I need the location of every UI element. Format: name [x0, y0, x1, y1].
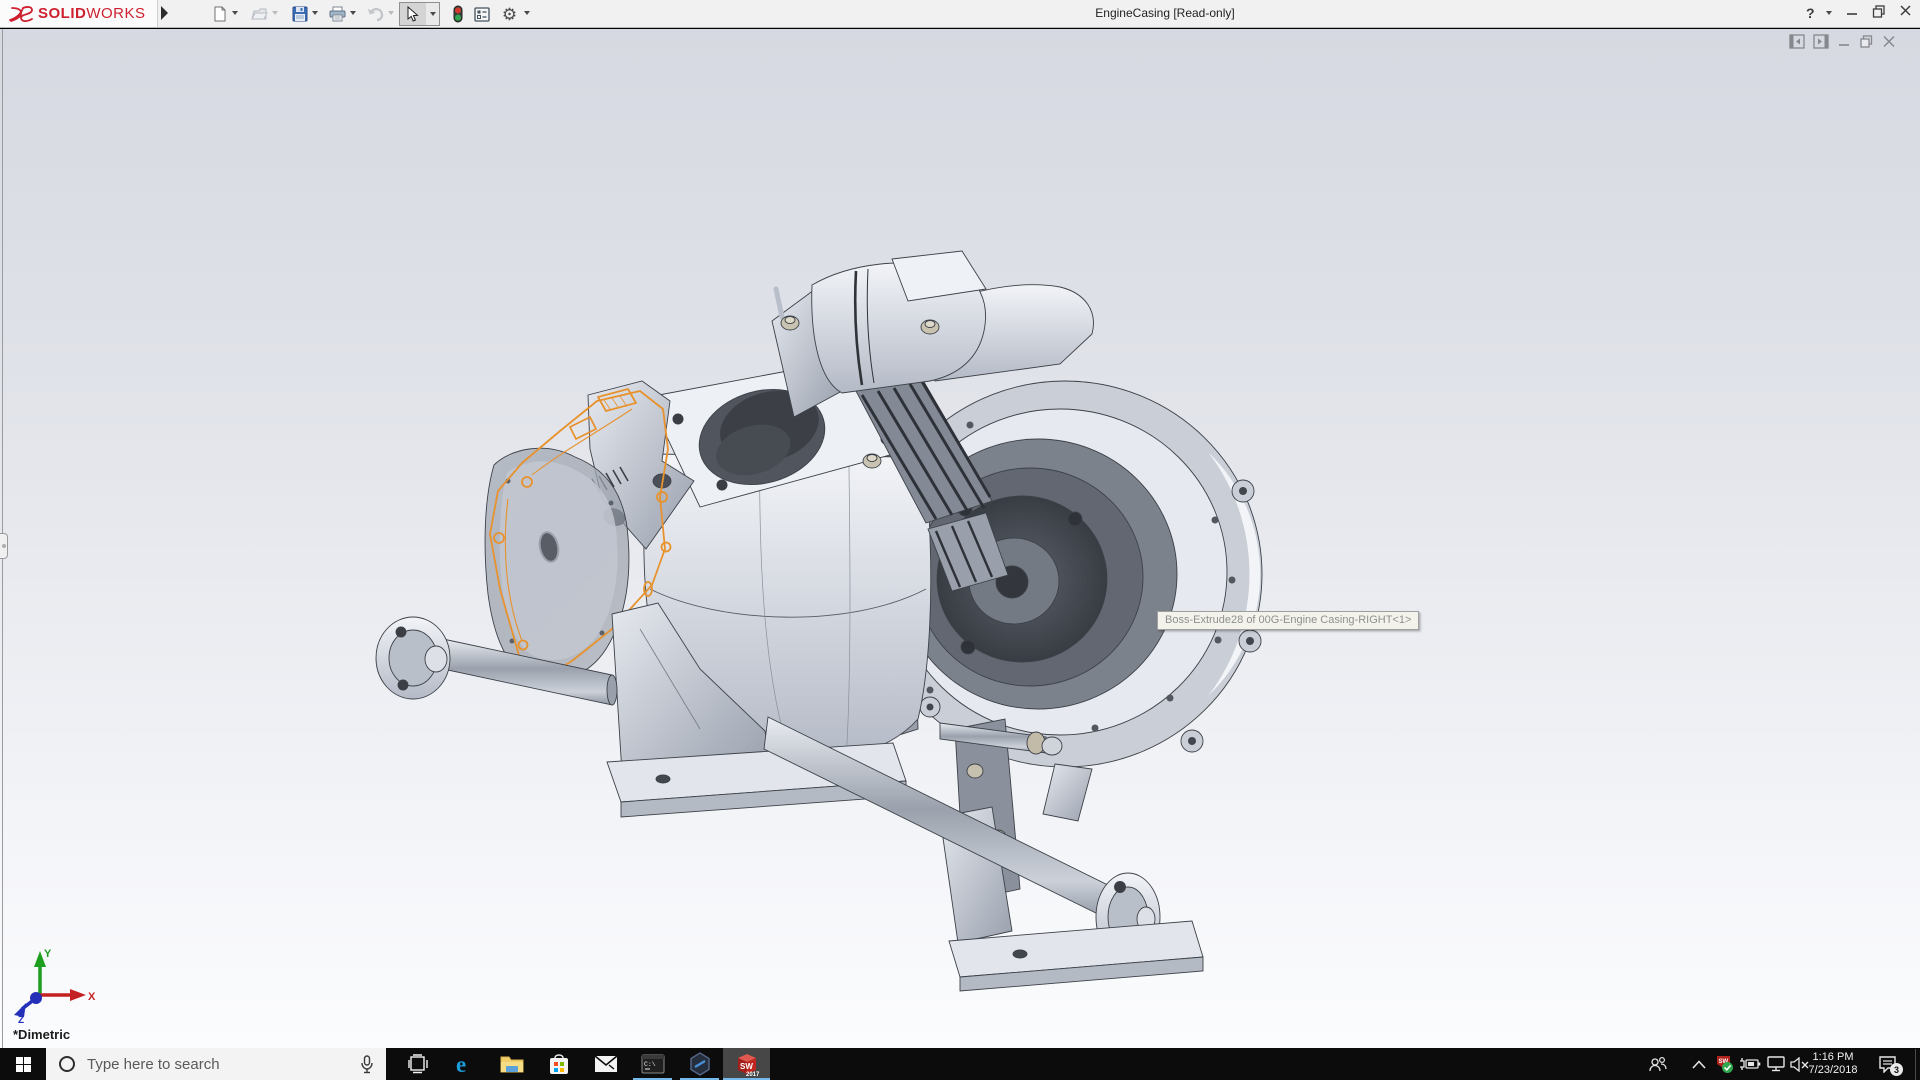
solidworks-status-tray[interactable]: SW — [1712, 1048, 1736, 1080]
store-icon — [548, 1052, 570, 1076]
featuremanager-splitter-tab[interactable] — [0, 533, 8, 559]
traffic-light-icon — [452, 5, 464, 23]
document-window-controls — [1789, 34, 1896, 49]
edge-icon: e — [453, 1052, 477, 1076]
clock-time: 1:16 PM — [1800, 1051, 1866, 1064]
network-status[interactable] — [1764, 1048, 1788, 1080]
new-document-icon — [212, 6, 228, 22]
gear-icon: ⚙ — [502, 6, 517, 23]
print-button[interactable] — [326, 3, 349, 25]
select-tool-dropdown[interactable] — [426, 2, 440, 26]
doc-minimize-icon[interactable] — [1837, 34, 1851, 49]
open-dropdown[interactable] — [272, 11, 278, 15]
people-button[interactable] — [1646, 1048, 1670, 1080]
solidworks-taskbar-button[interactable]: SW 2017 — [723, 1048, 770, 1080]
graphics-area[interactable]: Boss-Extrude28 of 00G-Engine Casing-RIGH… — [0, 29, 1920, 1048]
cortana-icon — [59, 1056, 75, 1072]
taskbar-search[interactable]: Type here to search — [46, 1048, 386, 1080]
network-icon — [1767, 1056, 1785, 1072]
show-desktop-button[interactable] — [1915, 1049, 1920, 1080]
save-button[interactable] — [288, 3, 311, 25]
windows-logo-icon — [16, 1057, 31, 1072]
store-button[interactable] — [535, 1048, 582, 1080]
solidworks-app-icon: SW 2017 — [734, 1051, 760, 1077]
feature-tooltip: Boss-Extrude28 of 00G-Engine Casing-RIGH… — [1157, 611, 1419, 630]
restore-button[interactable] — [1872, 4, 1886, 21]
pane-collapse-left-icon[interactable] — [1789, 34, 1805, 49]
svg-text:C:\: C:\ — [644, 1061, 656, 1068]
restore-icon — [1872, 4, 1886, 18]
rebuild-button[interactable] — [446, 3, 469, 25]
search-placeholder: Type here to search — [87, 1056, 360, 1073]
orientation-triad: Y X Z — [6, 945, 98, 1023]
taskbar-clock[interactable]: 1:16 PM 7/23/2018 — [1800, 1051, 1866, 1077]
svg-text:SW: SW — [740, 1062, 753, 1071]
solidworks-status-icon: SW — [1715, 1055, 1734, 1074]
file-explorer-button[interactable] — [488, 1048, 535, 1080]
task-view-icon — [407, 1054, 429, 1074]
edge-button[interactable]: e — [441, 1048, 488, 1080]
solidworks-logo[interactable]: SOLIDWORKS — [0, 0, 158, 27]
new-document-button[interactable] — [208, 3, 231, 25]
svg-text:2017: 2017 — [746, 1072, 760, 1077]
mail-icon — [594, 1055, 618, 1073]
notification-badge: 3 — [1890, 1063, 1903, 1076]
help-dropdown[interactable] — [1826, 11, 1832, 15]
properties-list-icon — [474, 7, 490, 22]
options-dropdown[interactable] — [524, 11, 530, 15]
toolbar-flyout-arrow[interactable] — [161, 6, 168, 20]
power-status[interactable] — [1738, 1048, 1762, 1080]
solidworks-swirl-icon — [8, 5, 34, 23]
power-battery-icon — [1739, 1057, 1761, 1071]
triad-y-label: Y — [44, 948, 52, 960]
doc-restore-icon[interactable] — [1859, 34, 1874, 49]
undo-icon — [367, 6, 385, 22]
open-icon — [251, 6, 268, 22]
options-button[interactable]: ⚙ — [498, 3, 521, 25]
command-prompt-button[interactable]: C:\ — [629, 1048, 676, 1080]
titlebar: SOLIDWORKS — [0, 0, 1920, 28]
taskbar: Type here to search e — [0, 1048, 1920, 1080]
save-dropdown[interactable] — [312, 11, 318, 15]
new-dropdown[interactable] — [232, 11, 238, 15]
hexagon-tool-icon — [688, 1052, 712, 1076]
file-properties-button[interactable] — [470, 3, 493, 25]
minimize-button[interactable] — [1846, 4, 1858, 21]
taskbar-apps: e — [394, 1048, 770, 1080]
mail-button[interactable] — [582, 1048, 629, 1080]
microphone-icon[interactable] — [360, 1055, 374, 1074]
people-icon — [1649, 1056, 1667, 1072]
close-icon — [1899, 4, 1912, 18]
undo-dropdown[interactable] — [388, 11, 394, 15]
save-icon — [292, 6, 308, 22]
file-explorer-icon — [500, 1054, 524, 1074]
pane-expand-right-icon[interactable] — [1813, 34, 1829, 49]
chevron-up-icon — [1692, 1060, 1706, 1069]
triad-x-label: X — [88, 991, 96, 1003]
task-view-button[interactable] — [394, 1048, 441, 1080]
window-title: EngineCasing [Read-only] — [1040, 6, 1290, 20]
help-button[interactable]: ? — [1806, 5, 1815, 21]
tray-overflow-button[interactable] — [1688, 1048, 1710, 1080]
clock-date: 7/23/2018 — [1800, 1064, 1866, 1077]
doc-close-icon[interactable] — [1882, 34, 1896, 49]
solidworks-wordmark: SOLIDWORKS — [38, 5, 146, 22]
svg-text:e: e — [456, 1052, 466, 1076]
triad-z-label: Z — [18, 1015, 24, 1023]
open-button[interactable] — [248, 3, 271, 25]
print-icon — [329, 6, 346, 22]
undo-button[interactable] — [364, 3, 387, 25]
hexagon-tool-button[interactable] — [676, 1048, 723, 1080]
command-prompt-icon: C:\ — [641, 1054, 665, 1074]
select-cursor-icon — [406, 6, 420, 22]
print-dropdown[interactable] — [350, 11, 356, 15]
select-tool-button[interactable] — [399, 2, 427, 26]
close-button[interactable] — [1899, 4, 1912, 21]
start-button[interactable] — [0, 1048, 46, 1080]
view-orientation-label: *Dimetric — [13, 1027, 70, 1042]
